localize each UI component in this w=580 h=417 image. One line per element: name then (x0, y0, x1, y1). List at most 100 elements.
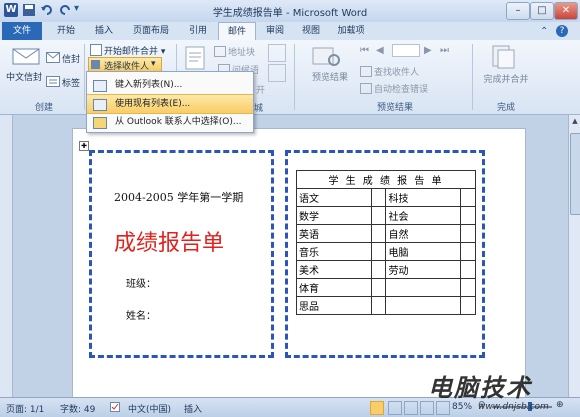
tab-home[interactable]: 开始 (48, 22, 84, 40)
subject-cell[interactable] (385, 278, 462, 297)
next-record-icon[interactable]: ▶ (424, 45, 432, 56)
score-cell[interactable] (460, 278, 476, 297)
auto-check-icon (360, 83, 372, 94)
print-layout-view-icon[interactable] (370, 401, 384, 415)
scroll-thumb[interactable] (570, 133, 580, 215)
menu-item-outlook-contacts[interactable]: 从 Outlook 联系人中选择(O)... (87, 113, 253, 131)
score-cell[interactable] (370, 242, 387, 261)
insert-mode[interactable]: 插入 (184, 402, 202, 415)
tab-file[interactable]: 文件 (2, 22, 42, 40)
zoom-level[interactable]: 85% (452, 402, 472, 412)
help-icon[interactable]: ? (556, 25, 568, 37)
tab-addins[interactable]: 加载项 (330, 22, 372, 40)
minimize-ribbon-icon[interactable]: ⌃ (540, 26, 548, 37)
draft-view-icon[interactable] (436, 401, 450, 415)
subject-cell[interactable]: 电脑 (385, 242, 462, 261)
finish-merge-button[interactable]: 完成并合并 (476, 72, 536, 85)
tab-page-layout[interactable]: 页面布局 (124, 22, 178, 40)
score-cell[interactable] (370, 206, 387, 225)
tab-review[interactable]: 审阅 (258, 22, 292, 40)
address-block-button[interactable]: 地址块 (228, 45, 255, 58)
previous-record-icon[interactable]: ◀ (376, 45, 384, 56)
close-button[interactable]: ✕ (554, 2, 578, 20)
table-row: 语文 科技 (296, 188, 476, 207)
chinese-envelope-button[interactable]: 中文信封 (6, 70, 42, 83)
last-record-icon[interactable]: ⏭ (440, 45, 449, 56)
score-cell[interactable] (370, 188, 387, 207)
menu-item-label: 使用现有列表(E)... (115, 99, 191, 109)
subject-cell[interactable]: 科技 (385, 188, 462, 207)
address-block-icon (214, 46, 226, 57)
insert-field-partial[interactable]: 开 (256, 83, 265, 96)
match-fields-icon (268, 64, 286, 82)
subject-cell[interactable]: 劳动 (385, 260, 462, 279)
find-recipient-icon (360, 66, 372, 77)
tab-mailings[interactable]: 邮件 (218, 22, 256, 41)
tab-insert[interactable]: 插入 (86, 22, 122, 40)
record-number-input[interactable] (392, 44, 420, 57)
first-record-icon[interactable]: ⏮ (360, 45, 369, 56)
new-list-icon (93, 80, 107, 92)
right-report-frame: 学 生 成 绩 报 告 单 语文 科技 数学 社会 英语 自然 音乐 电脑 美术 劳动 体… (285, 150, 485, 358)
minimize-button[interactable]: – (506, 2, 530, 20)
group-separator (472, 44, 473, 110)
subject-cell[interactable]: 自然 (385, 224, 462, 243)
table-move-handle-icon[interactable]: ✚ (79, 141, 89, 151)
document-page[interactable]: ✚ 2004-2005 学年第一学期 成绩报告单 班级： 姓名： 学 生 成 绩… (72, 128, 526, 399)
start-merge-button[interactable]: 开始邮件合并 ▾ (104, 44, 165, 57)
menu-item-use-existing-list[interactable]: 使用现有列表(E)... (87, 94, 253, 114)
menu-item-label: 键入新列表(N)... (115, 80, 183, 90)
vertical-scrollbar[interactable]: ▲ (568, 115, 580, 397)
scroll-up-icon[interactable]: ▲ (570, 117, 580, 127)
semester-text: 2004-2005 学年第一学期 (114, 191, 244, 204)
score-cell[interactable] (460, 260, 476, 279)
maximize-button[interactable]: □ (530, 2, 554, 20)
score-cell[interactable] (460, 296, 476, 315)
envelope-button[interactable]: 信封 (62, 52, 80, 65)
subject-cell[interactable]: 社会 (385, 206, 462, 225)
labels-icon (46, 76, 60, 90)
full-screen-view-icon[interactable] (388, 401, 402, 415)
word-count[interactable]: 字数: 49 (60, 402, 95, 415)
outline-view-icon[interactable] (420, 401, 434, 415)
recipients-icon (91, 60, 100, 69)
table-row: 数学 社会 (296, 206, 476, 225)
subject-cell[interactable]: 音乐 (296, 242, 372, 261)
page-count[interactable]: 页面: 1/1 (6, 402, 44, 415)
tab-references[interactable]: 引用 (180, 22, 216, 40)
subject-cell[interactable]: 英语 (296, 224, 372, 243)
score-cell[interactable] (460, 188, 476, 207)
subject-cell[interactable] (385, 296, 462, 315)
score-cell[interactable] (370, 278, 387, 297)
table-row: 美术 劳动 (296, 260, 476, 279)
title-bar: W ▾ 学生成绩报告单 - Microsoft Word – □ ✕ (0, 0, 580, 23)
labels-button[interactable]: 标签 (62, 76, 80, 89)
auto-check-errors-button[interactable]: 自动检查错误 (374, 82, 428, 95)
score-cell[interactable] (460, 206, 476, 225)
score-cell[interactable] (370, 296, 387, 315)
score-cell[interactable] (460, 242, 476, 261)
language-status[interactable]: 中文(中国) (128, 402, 171, 415)
vertical-ruler (0, 115, 13, 397)
score-cell[interactable] (460, 224, 476, 243)
score-cell[interactable] (370, 260, 387, 279)
zoom-in-icon[interactable]: ⊕ (556, 400, 564, 410)
score-cell[interactable] (370, 224, 387, 243)
proofing-icon[interactable] (110, 402, 120, 412)
menu-item-type-new-list[interactable]: 键入新列表(N)... (87, 76, 253, 94)
find-recipient-button[interactable]: 查找收件人 (374, 65, 419, 78)
class-label: 班级： (126, 279, 156, 290)
finish-merge-label: 完成并合并 (483, 75, 529, 85)
outlook-contacts-icon (93, 117, 107, 129)
web-layout-view-icon[interactable] (404, 401, 418, 415)
group-separator (84, 44, 85, 110)
subject-cell[interactable]: 美术 (296, 260, 372, 279)
envelope-icon (46, 52, 60, 66)
subject-cell[interactable]: 语文 (296, 188, 372, 207)
existing-list-icon (93, 99, 107, 111)
subject-cell[interactable]: 体育 (296, 278, 372, 297)
preview-results-button[interactable]: 预览结果 (312, 70, 348, 83)
subject-cell[interactable]: 数学 (296, 206, 372, 225)
tab-view[interactable]: 视图 (296, 22, 326, 40)
subject-cell[interactable]: 思品 (296, 296, 372, 315)
